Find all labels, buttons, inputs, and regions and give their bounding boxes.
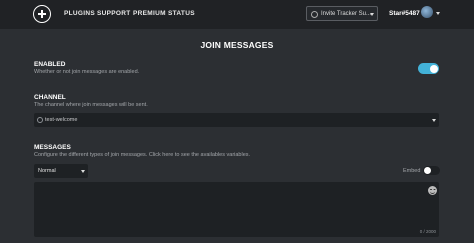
avatar[interactable]: [421, 6, 433, 18]
emoji-picker-icon[interactable]: [428, 186, 437, 195]
server-name: Invite Tracker Su...: [321, 10, 372, 17]
chevron-down-icon: [370, 13, 374, 16]
plus-logo-icon[interactable]: [33, 5, 51, 23]
toggle-knob: [429, 64, 438, 73]
channel-title: CHANNEL: [34, 94, 66, 101]
channel-selected-value: test-welcome: [45, 117, 78, 123]
enabled-title: ENABLED: [34, 61, 66, 68]
username-label[interactable]: Star#5487: [389, 10, 420, 17]
embed-label: Embed: [403, 168, 421, 174]
top-navbar: PLUGINS SUPPORT PREMIUM STATUS Invite Tr…: [0, 0, 474, 29]
message-type-select[interactable]: Normal: [34, 164, 88, 178]
messages-title: MESSAGES: [34, 144, 71, 151]
channel-icon: [37, 116, 43, 123]
message-textarea[interactable]: 0 / 2000: [34, 182, 439, 237]
nav-link-support[interactable]: SUPPORT: [97, 10, 131, 17]
message-type-value: Normal: [38, 168, 56, 174]
nav-link-premium[interactable]: PREMIUM: [133, 10, 166, 17]
page-title: JOIN MESSAGES: [200, 40, 274, 50]
embed-toggle[interactable]: [423, 166, 440, 175]
chevron-down-icon: [81, 169, 85, 173]
user-menu-chevron-icon[interactable]: [436, 12, 440, 15]
channel-description: The channel where join messages will be …: [34, 102, 148, 108]
char-counter: 0 / 2000: [419, 229, 436, 234]
enabled-description: Whether or not join messages are enabled…: [34, 69, 140, 75]
nav-link-plugins[interactable]: PLUGINS: [64, 10, 95, 17]
server-icon: [311, 10, 318, 18]
chevron-down-icon: [432, 118, 436, 122]
toggle-knob: [424, 167, 431, 174]
channel-select[interactable]: test-welcome: [34, 113, 439, 127]
enabled-toggle[interactable]: [418, 63, 439, 74]
nav-link-status[interactable]: STATUS: [168, 10, 195, 17]
server-selector[interactable]: Invite Tracker Su...: [306, 6, 378, 21]
messages-description[interactable]: Configure the different types of join me…: [34, 152, 250, 158]
